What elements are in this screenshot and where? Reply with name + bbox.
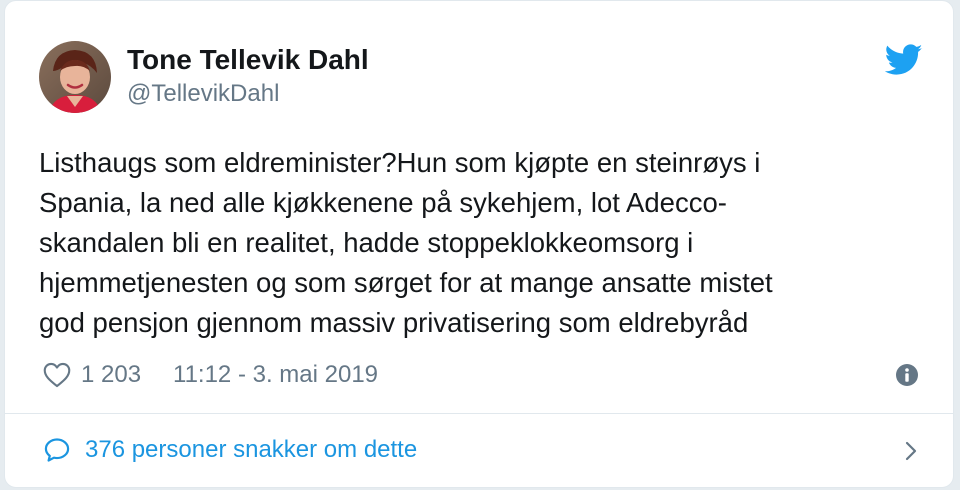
author-info[interactable]: Tone Tellevik Dahl @TellevikDahl (127, 43, 369, 109)
avatar-image (39, 41, 111, 113)
conversation-summary[interactable]: 376 personer snakker om dette (43, 435, 417, 465)
divider (5, 413, 953, 414)
tweet-meta: 1 203 11:12 - 3. mai 2019 (39, 356, 923, 392)
info-icon[interactable] (895, 363, 919, 387)
timestamp[interactable]: 11:12 - 3. mai 2019 (173, 360, 378, 390)
like-button[interactable]: 1 203 (43, 360, 141, 390)
conversation-link[interactable]: 376 personer snakker om dette (39, 429, 923, 473)
tweet-card: Tone Tellevik Dahl @TellevikDahl Listhau… (4, 0, 954, 488)
tweet-text: Listhaugs som eldreminister?Hun som kjøp… (39, 147, 773, 338)
twitter-bird-icon[interactable] (885, 43, 923, 77)
chevron-right-icon[interactable] (899, 439, 923, 463)
avatar[interactable] (39, 41, 111, 113)
tweet-header: Tone Tellevik Dahl @TellevikDahl (39, 41, 923, 115)
user-handle[interactable]: @TellevikDahl (127, 79, 369, 109)
speech-bubble-icon (44, 438, 70, 462)
display-name[interactable]: Tone Tellevik Dahl (127, 43, 369, 77)
heart-icon (43, 362, 71, 388)
like-count: 1 203 (81, 361, 142, 388)
conversation-label[interactable]: 376 personer snakker om dette (85, 435, 417, 465)
